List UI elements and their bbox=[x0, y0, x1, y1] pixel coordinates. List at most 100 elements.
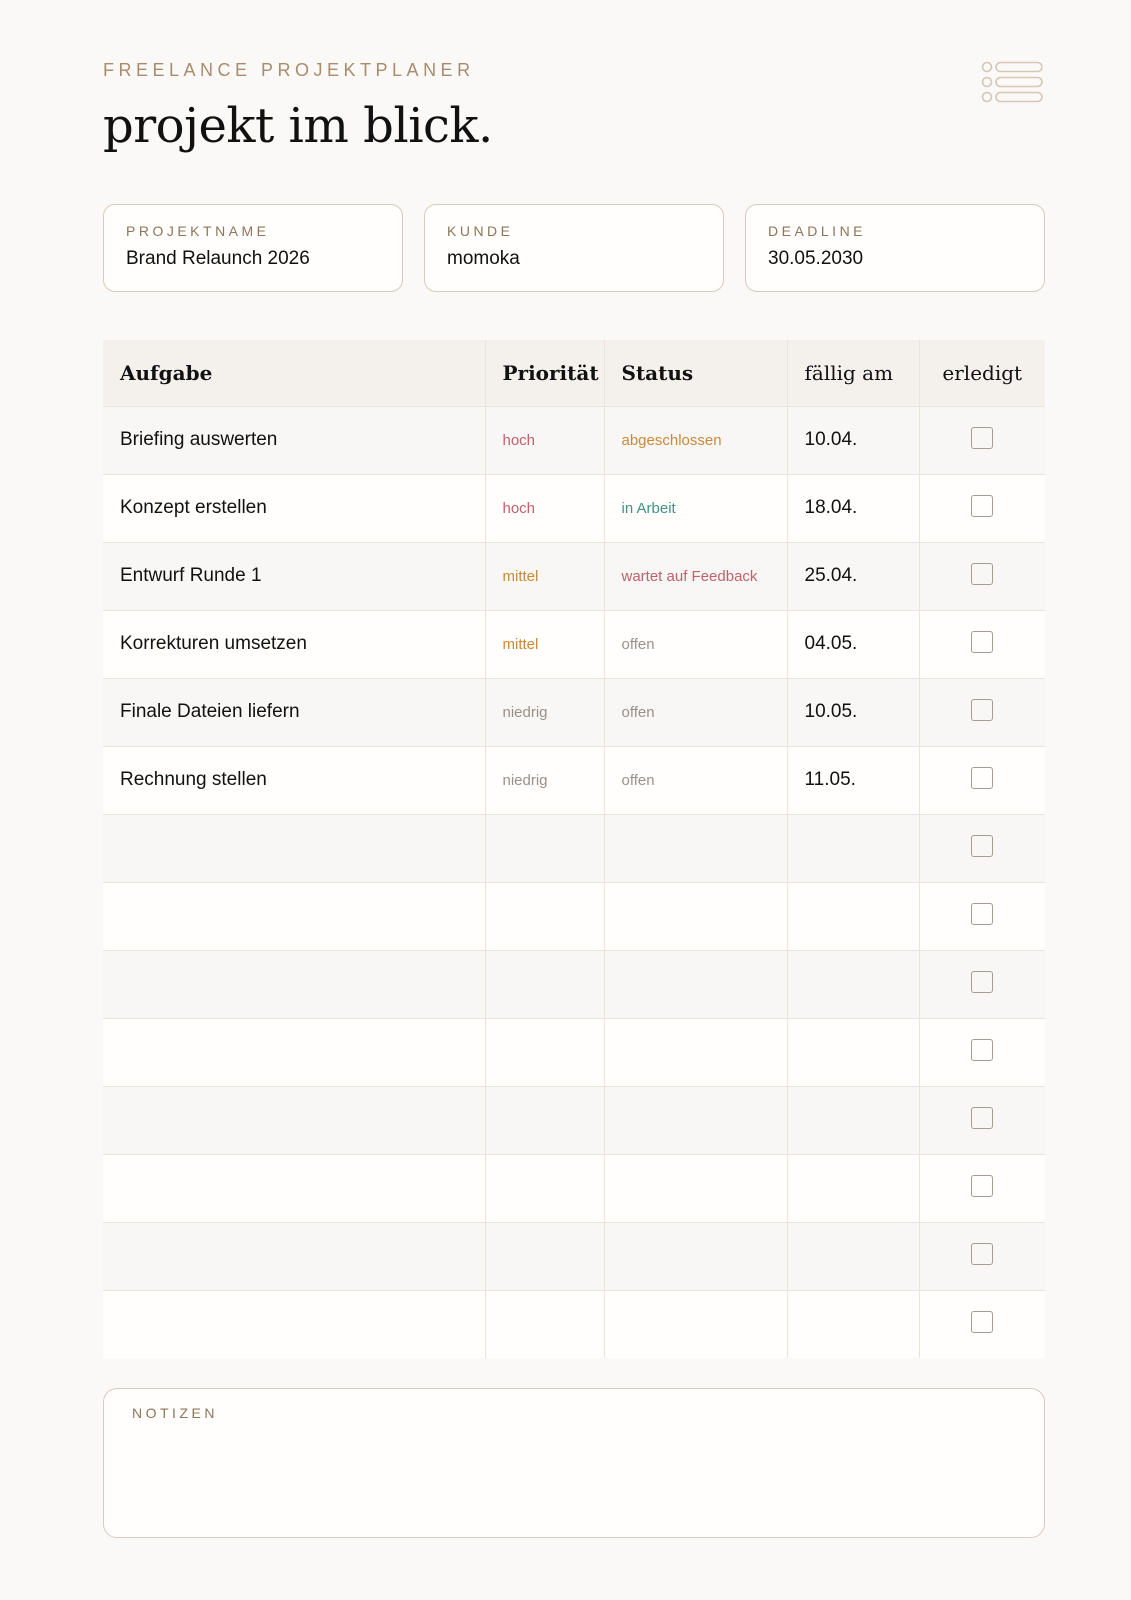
task-cell[interactable] bbox=[103, 813, 486, 882]
task-cell[interactable] bbox=[103, 949, 486, 1018]
status-cell[interactable] bbox=[604, 1153, 788, 1222]
status-cell[interactable] bbox=[604, 949, 788, 1018]
due-date-cell[interactable] bbox=[787, 1085, 920, 1154]
card-label: PROJEKTNAME bbox=[126, 223, 270, 239]
due-date-cell[interactable] bbox=[787, 949, 920, 1018]
task-cell[interactable]: Korrekturen umsetzen bbox=[103, 609, 486, 678]
status-cell[interactable] bbox=[604, 1017, 788, 1086]
task-table: Aufgabe Priorität Status fällig am erled… bbox=[103, 340, 1045, 1358]
task-cell[interactable] bbox=[103, 881, 486, 950]
task-cell[interactable] bbox=[103, 1289, 486, 1358]
priority-cell[interactable]: hoch bbox=[485, 405, 605, 474]
status-cell[interactable] bbox=[604, 1289, 788, 1358]
task-cell[interactable]: Rechnung stellen bbox=[103, 745, 486, 814]
done-checkbox[interactable] bbox=[971, 1107, 994, 1129]
task-cell[interactable] bbox=[103, 1017, 486, 1086]
priority-cell[interactable]: hoch bbox=[485, 473, 605, 542]
table-row: Briefing auswerten hoch abgeschlossen 10… bbox=[103, 405, 1045, 474]
done-checkbox[interactable] bbox=[971, 1039, 994, 1061]
card-projektname[interactable]: PROJEKTNAME Brand Relaunch 2026 bbox=[103, 204, 403, 292]
table-row-empty bbox=[103, 1289, 1045, 1358]
status-cell[interactable]: wartet auf Feedback bbox=[604, 541, 788, 610]
column-header-status: Status bbox=[604, 340, 788, 406]
priority-cell[interactable] bbox=[485, 1017, 605, 1086]
task-cell[interactable] bbox=[103, 1153, 486, 1222]
priority-cell[interactable] bbox=[485, 1085, 605, 1154]
status-cell[interactable] bbox=[604, 1221, 788, 1290]
deadline-value[interactable]: 30.05.2030 bbox=[768, 248, 1022, 270]
due-date-cell[interactable]: 25.04. bbox=[787, 541, 920, 610]
priority-cell[interactable] bbox=[485, 813, 605, 882]
due-date-cell[interactable] bbox=[787, 1017, 920, 1086]
status-cell[interactable]: abgeschlossen bbox=[604, 405, 788, 474]
done-checkbox[interactable] bbox=[971, 1243, 994, 1265]
done-cell bbox=[919, 1221, 1045, 1290]
table-row-empty bbox=[103, 1085, 1045, 1154]
done-checkbox[interactable] bbox=[971, 1175, 994, 1197]
done-cell bbox=[919, 609, 1045, 678]
done-checkbox[interactable] bbox=[971, 903, 994, 925]
task-cell[interactable] bbox=[103, 1085, 486, 1154]
done-checkbox[interactable] bbox=[971, 563, 994, 585]
due-date-cell[interactable] bbox=[787, 1221, 920, 1290]
done-checkbox[interactable] bbox=[971, 495, 994, 517]
column-header-prioritaet: Priorität bbox=[485, 340, 605, 406]
done-checkbox[interactable] bbox=[971, 971, 994, 993]
priority-cell[interactable]: mittel bbox=[485, 541, 605, 610]
priority-cell[interactable] bbox=[485, 1153, 605, 1222]
table-row: Finale Dateien liefern niedrig offen 10.… bbox=[103, 677, 1045, 746]
card-kunde[interactable]: KUNDE momoka bbox=[424, 204, 724, 292]
eyebrow-label: FREELANCE PROJEKTPLANER bbox=[103, 60, 475, 80]
done-checkbox[interactable] bbox=[971, 699, 994, 721]
status-cell[interactable] bbox=[604, 1085, 788, 1154]
status-cell[interactable]: offen bbox=[604, 609, 788, 678]
card-deadline[interactable]: DEADLINE 30.05.2030 bbox=[745, 204, 1045, 292]
table-row: Rechnung stellen niedrig offen 11.05. bbox=[103, 745, 1045, 814]
done-checkbox[interactable] bbox=[971, 1311, 994, 1334]
kunde-value[interactable]: momoka bbox=[447, 248, 701, 270]
done-cell bbox=[919, 1153, 1045, 1222]
priority-cell[interactable] bbox=[485, 1221, 605, 1290]
done-checkbox[interactable] bbox=[971, 835, 994, 857]
task-cell[interactable]: Briefing auswerten bbox=[103, 405, 486, 474]
status-cell[interactable]: in Arbeit bbox=[604, 473, 788, 542]
table-row-empty bbox=[103, 1153, 1045, 1222]
list-icon bbox=[981, 61, 1043, 103]
task-cell[interactable]: Konzept erstellen bbox=[103, 473, 486, 542]
priority-cell[interactable]: mittel bbox=[485, 609, 605, 678]
done-checkbox[interactable] bbox=[971, 631, 994, 653]
status-cell[interactable]: offen bbox=[604, 745, 788, 814]
due-date-cell[interactable]: 04.05. bbox=[787, 609, 920, 678]
status-cell[interactable] bbox=[604, 813, 788, 882]
due-date-cell[interactable]: 10.04. bbox=[787, 405, 920, 474]
priority-cell[interactable]: niedrig bbox=[485, 677, 605, 746]
due-date-cell[interactable] bbox=[787, 1289, 920, 1358]
column-header-aufgabe: Aufgabe bbox=[103, 340, 486, 406]
due-date-cell[interactable] bbox=[787, 881, 920, 950]
priority-cell[interactable] bbox=[485, 949, 605, 1018]
card-label: KUNDE bbox=[447, 223, 514, 239]
table-row-empty bbox=[103, 1017, 1045, 1086]
done-cell bbox=[919, 745, 1045, 814]
due-date-cell[interactable] bbox=[787, 813, 920, 882]
done-checkbox[interactable] bbox=[971, 427, 994, 449]
notes-box[interactable]: NOTIZEN bbox=[103, 1388, 1045, 1538]
task-cell[interactable] bbox=[103, 1221, 486, 1290]
table-row: Korrekturen umsetzen mittel offen 04.05. bbox=[103, 609, 1045, 678]
status-cell[interactable] bbox=[604, 881, 788, 950]
status-cell[interactable]: offen bbox=[604, 677, 788, 746]
task-cell[interactable]: Finale Dateien liefern bbox=[103, 677, 486, 746]
due-date-cell[interactable]: 18.04. bbox=[787, 473, 920, 542]
due-date-cell[interactable] bbox=[787, 1153, 920, 1222]
done-checkbox[interactable] bbox=[971, 767, 994, 789]
notes-label: NOTIZEN bbox=[132, 1405, 218, 1421]
priority-cell[interactable] bbox=[485, 1289, 605, 1358]
done-cell bbox=[919, 1017, 1045, 1086]
due-date-cell[interactable]: 11.05. bbox=[787, 745, 920, 814]
priority-cell[interactable]: niedrig bbox=[485, 745, 605, 814]
table-row: Entwurf Runde 1 mittel wartet auf Feedba… bbox=[103, 541, 1045, 610]
projektname-value[interactable]: Brand Relaunch 2026 bbox=[126, 248, 380, 270]
priority-cell[interactable] bbox=[485, 881, 605, 950]
task-cell[interactable]: Entwurf Runde 1 bbox=[103, 541, 486, 610]
due-date-cell[interactable]: 10.05. bbox=[787, 677, 920, 746]
